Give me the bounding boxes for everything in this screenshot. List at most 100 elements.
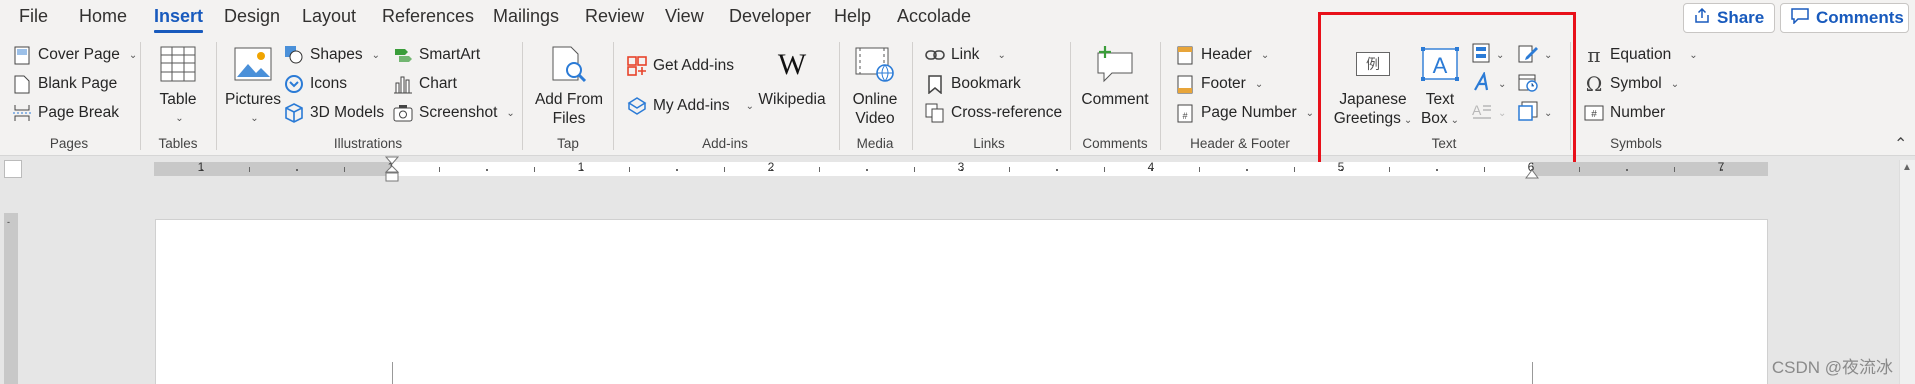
comments-button[interactable]: Comments bbox=[1780, 3, 1909, 33]
group-label-tables: Tables bbox=[158, 136, 198, 151]
pictures-icon bbox=[231, 42, 275, 86]
bookmark-icon bbox=[925, 74, 945, 94]
scroll-up-arrow-icon[interactable]: ▲ bbox=[1902, 162, 1912, 173]
table-icon bbox=[156, 42, 200, 86]
my-addins-button[interactable]: My Add-ins ⌄ bbox=[627, 93, 754, 119]
ruler-tick bbox=[866, 169, 868, 171]
comment-icon bbox=[1791, 7, 1809, 29]
vertical-ruler[interactable]: - bbox=[4, 213, 18, 384]
cover-page-label: Cover Page bbox=[38, 46, 120, 63]
group-label-comments: Comments bbox=[1082, 136, 1148, 151]
camera-icon bbox=[393, 103, 413, 123]
vruler-tick: - bbox=[7, 217, 10, 227]
tab-mailings[interactable]: Mailings bbox=[493, 6, 559, 27]
group-separator bbox=[1070, 42, 1071, 150]
cross-reference-label: Cross-reference bbox=[951, 104, 1063, 121]
chevron-down-icon: ⌄ bbox=[128, 49, 138, 61]
bookmark-button[interactable]: Bookmark bbox=[925, 71, 1021, 97]
icons-icon bbox=[284, 74, 304, 94]
comment-label: Comment bbox=[1081, 91, 1149, 108]
vertical-scrollbar[interactable]: ▲ bbox=[1899, 160, 1915, 384]
equation-button[interactable]: π Equation ⌄ bbox=[1584, 42, 1698, 68]
ruler-tick bbox=[628, 167, 630, 172]
footer-icon bbox=[1175, 74, 1195, 94]
ruler-tick bbox=[1103, 167, 1105, 172]
store-grid-icon bbox=[627, 56, 647, 76]
group-label-symbols: Symbols bbox=[1610, 136, 1662, 151]
tab-review[interactable]: Review bbox=[585, 6, 644, 27]
ruler-tick bbox=[818, 167, 820, 172]
tab-accolade[interactable]: Accolade bbox=[897, 6, 971, 27]
chevron-down-icon: ⌄ bbox=[371, 49, 380, 61]
header-label: Header bbox=[1201, 46, 1252, 63]
symbol-button[interactable]: Ω Symbol ⌄ bbox=[1584, 71, 1679, 97]
3d-models-label: 3D Models bbox=[310, 104, 385, 121]
chart-button[interactable]: Chart bbox=[393, 71, 457, 97]
indent-marker[interactable] bbox=[384, 156, 400, 184]
tab-design[interactable]: Design bbox=[224, 6, 280, 27]
number-button[interactable]: # Number bbox=[1584, 100, 1665, 126]
collapse-ribbon-icon[interactable]: ⌃ bbox=[1894, 134, 1907, 154]
screenshot-button[interactable]: Screenshot ⌄ bbox=[393, 100, 515, 126]
tab-selector[interactable] bbox=[4, 160, 22, 178]
cross-reference-button[interactable]: Cross-reference bbox=[925, 100, 1062, 126]
link-button[interactable]: Link ⌄ bbox=[925, 42, 1006, 68]
ruler-tick bbox=[913, 167, 915, 172]
tab-developer[interactable]: Developer bbox=[729, 6, 811, 27]
screenshot-label: Screenshot bbox=[419, 104, 498, 121]
smartart-icon bbox=[393, 45, 413, 65]
tab-help[interactable]: Help bbox=[834, 6, 871, 27]
header-button[interactable]: Header ⌄ bbox=[1175, 42, 1269, 68]
ruler-tick bbox=[1246, 169, 1248, 171]
page-number-button[interactable]: # Page Number ⌄ bbox=[1175, 100, 1314, 126]
cover-page-icon bbox=[12, 45, 32, 65]
table-label: Table bbox=[159, 91, 197, 108]
ruler-number: 1 bbox=[197, 160, 205, 174]
ruler-tick bbox=[1436, 169, 1438, 171]
tab-file[interactable]: File bbox=[19, 6, 48, 27]
ruler-tick bbox=[1483, 167, 1485, 172]
tab-references[interactable]: References bbox=[382, 6, 474, 27]
add-from-files-label-1: Add From bbox=[534, 91, 604, 108]
new-comment-button[interactable]: Comment bbox=[1078, 42, 1152, 109]
footer-button[interactable]: Footer ⌄ bbox=[1175, 71, 1263, 97]
number-label: Number bbox=[1610, 104, 1666, 121]
online-video-button[interactable]: Online Video bbox=[848, 42, 902, 128]
group-separator bbox=[140, 42, 141, 150]
add-from-files-button[interactable]: Add From Files bbox=[534, 42, 604, 128]
pictures-button[interactable]: Pictures ⌄ bbox=[224, 42, 282, 128]
wikipedia-button[interactable]: W Wikipedia bbox=[752, 42, 832, 109]
cover-page-button[interactable]: Cover Page ⌄ bbox=[12, 42, 137, 68]
shapes-button[interactable]: Shapes ⌄ bbox=[284, 42, 380, 68]
ruler-tick bbox=[438, 167, 440, 172]
link-label: Link bbox=[951, 46, 980, 63]
ruler-tick bbox=[1008, 167, 1010, 172]
group-separator bbox=[216, 42, 217, 150]
group-separator bbox=[613, 42, 614, 150]
ruler-number: 7 bbox=[1717, 160, 1725, 174]
blank-page-button[interactable]: Blank Page bbox=[12, 71, 117, 97]
tab-insert[interactable]: Insert bbox=[154, 6, 204, 33]
equation-label: Equation bbox=[1610, 46, 1672, 63]
tab-layout[interactable]: Layout bbox=[302, 6, 356, 27]
icons-button[interactable]: Icons bbox=[284, 71, 347, 97]
document-page[interactable] bbox=[155, 219, 1768, 384]
footer-label: Footer bbox=[1201, 75, 1246, 92]
group-separator bbox=[1160, 42, 1161, 150]
get-addins-button[interactable]: Get Add-ins bbox=[627, 53, 734, 79]
smartart-label: SmartArt bbox=[419, 46, 481, 63]
tab-home[interactable]: Home bbox=[79, 6, 127, 27]
group-label-media: Media bbox=[856, 136, 894, 151]
share-button[interactable]: Share bbox=[1683, 3, 1775, 33]
page-break-button[interactable]: Page Break bbox=[12, 100, 119, 126]
ruler-tick bbox=[1198, 167, 1200, 172]
3d-models-button[interactable]: 3D Models bbox=[284, 100, 384, 126]
smartart-button[interactable]: SmartArt bbox=[393, 42, 480, 68]
cube-icon bbox=[284, 103, 304, 123]
chevron-down-icon: ⌄ bbox=[1689, 49, 1698, 61]
ruler-tick bbox=[343, 167, 345, 172]
tab-view[interactable]: View bbox=[665, 6, 704, 27]
table-button[interactable]: Table ⌄ bbox=[154, 42, 202, 128]
right-indent-marker[interactable] bbox=[1524, 166, 1540, 180]
chevron-down-icon: ⌄ bbox=[250, 113, 259, 124]
